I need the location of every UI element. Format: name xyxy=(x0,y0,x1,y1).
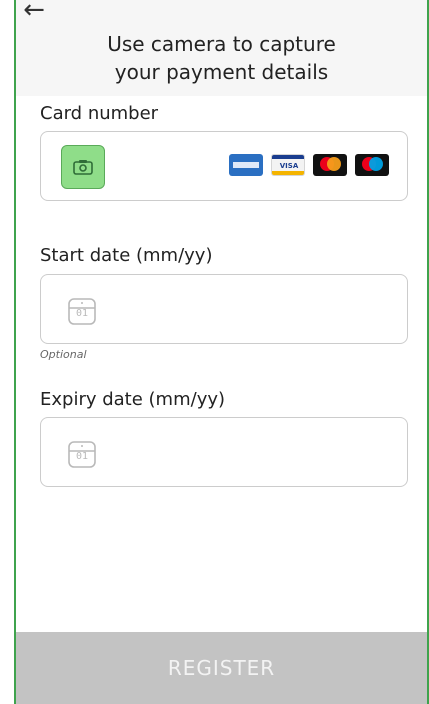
register-button[interactable]: REGISTER xyxy=(16,632,427,704)
optional-helper-text: Optional xyxy=(40,348,87,361)
start-date-label: Start date (mm/yy) xyxy=(40,245,213,266)
arrow-left-icon[interactable]: ← xyxy=(18,0,50,26)
maestro-icon xyxy=(355,154,389,176)
camera-icon xyxy=(73,160,93,175)
page-title: Use camera to capture your payment detai… xyxy=(16,30,427,86)
mastercard-icon xyxy=(313,154,347,176)
left-green-border xyxy=(14,0,16,704)
title-line-1: Use camera to capture xyxy=(107,32,336,56)
visa-text: VISA xyxy=(279,162,299,170)
calendar-icon: 01 xyxy=(67,439,97,473)
calendar-number: 01 xyxy=(75,308,89,319)
camera-button[interactable] xyxy=(61,145,105,189)
title-line-2: your payment details xyxy=(114,60,329,84)
amex-icon xyxy=(229,154,263,176)
card-number-field[interactable]: VISA xyxy=(40,131,408,201)
visa-icon: VISA xyxy=(271,154,305,176)
expiry-date-label: Expiry date (mm/yy) xyxy=(40,389,226,410)
calendar-number: 01 xyxy=(75,451,89,462)
payment-capture-screen: ← Use camera to capture your payment det… xyxy=(0,0,429,704)
expiry-date-field[interactable]: 01 xyxy=(40,417,408,487)
card-brand-logos: VISA xyxy=(229,154,389,176)
calendar-icon: 01 xyxy=(67,296,97,330)
card-number-label: Card number xyxy=(40,103,159,124)
start-date-field[interactable]: 01 xyxy=(40,274,408,344)
